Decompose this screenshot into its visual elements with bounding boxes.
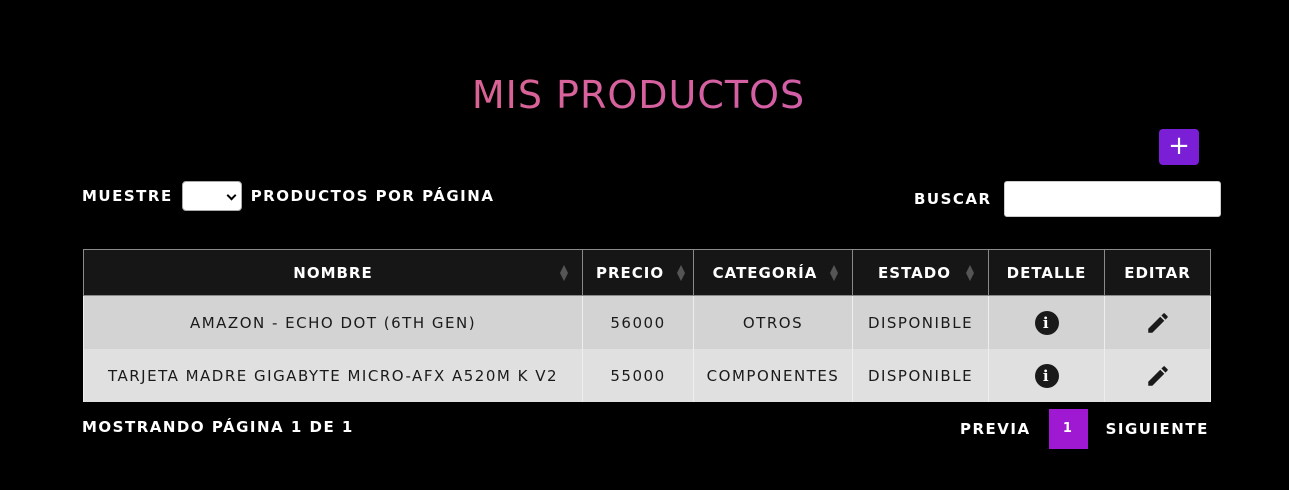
cell-categoria: OTROS bbox=[693, 295, 853, 349]
sort-icon bbox=[966, 264, 974, 281]
cell-nombre: TARJETA MADRE GIGABYTE MICRO-AFX A520M K… bbox=[83, 349, 583, 402]
table-header-row: NOMBRE PRECIO CATEGORÍA ESTADO DETALLE E… bbox=[83, 249, 1211, 296]
column-header-label: DETALLE bbox=[1006, 263, 1087, 282]
cell-precio: 56000 bbox=[582, 295, 694, 349]
page-length-prefix: MUESTRE bbox=[82, 187, 173, 205]
page-length-control: MUESTRE PRODUCTOS POR PÁGINA bbox=[82, 181, 494, 211]
column-header-label: ESTADO bbox=[878, 263, 951, 282]
search-input[interactable] bbox=[1003, 181, 1221, 217]
cell-estado: DISPONIBLE bbox=[852, 295, 989, 349]
sort-icon bbox=[677, 264, 685, 281]
info-icon[interactable]: i bbox=[1034, 363, 1059, 388]
pencil-icon[interactable] bbox=[1145, 363, 1171, 389]
column-header-label: EDITAR bbox=[1124, 263, 1191, 282]
column-header-label: PRECIO bbox=[596, 263, 665, 282]
sort-icon bbox=[560, 264, 568, 281]
cell-editar bbox=[1104, 295, 1211, 349]
pagination-next-button[interactable]: SIGUIENTE bbox=[1094, 409, 1221, 449]
column-header-editar: EDITAR bbox=[1104, 249, 1211, 296]
cell-nombre: AMAZON - ECHO DOT (6TH GEN) bbox=[83, 295, 583, 349]
cell-detalle: i bbox=[988, 295, 1105, 349]
column-header-nombre[interactable]: NOMBRE bbox=[83, 249, 583, 296]
pagination: PREVIA 1 SIGUIENTE bbox=[948, 409, 1221, 449]
page-length-select[interactable] bbox=[181, 181, 242, 211]
pencil-icon[interactable] bbox=[1145, 310, 1171, 336]
column-header-label: NOMBRE bbox=[293, 263, 373, 282]
column-header-label: CATEGORÍA bbox=[712, 263, 818, 282]
page-length-suffix: PRODUCTOS POR PÁGINA bbox=[250, 187, 495, 205]
search-control: BUSCAR bbox=[914, 181, 1221, 217]
info-icon[interactable]: i bbox=[1034, 310, 1059, 335]
table-row: AMAZON - ECHO DOT (6TH GEN) 56000 OTROS … bbox=[83, 295, 1211, 349]
products-table: NOMBRE PRECIO CATEGORÍA ESTADO DETALLE E… bbox=[83, 249, 1211, 402]
column-header-estado[interactable]: ESTADO bbox=[852, 249, 989, 296]
cell-precio: 55000 bbox=[582, 349, 694, 402]
cell-editar bbox=[1104, 349, 1211, 402]
cell-detalle: i bbox=[988, 349, 1105, 402]
cell-estado: DISPONIBLE bbox=[852, 349, 989, 402]
page-title: MIS PRODUCTOS bbox=[0, 73, 1277, 117]
table-row: TARJETA MADRE GIGABYTE MICRO-AFX A520M K… bbox=[83, 349, 1211, 402]
add-product-button[interactable]: + bbox=[1159, 129, 1199, 165]
pagination-page-button[interactable]: 1 bbox=[1048, 409, 1088, 449]
sort-icon bbox=[830, 264, 838, 281]
column-header-detalle: DETALLE bbox=[988, 249, 1105, 296]
cell-categoria: COMPONENTES bbox=[693, 349, 853, 402]
column-header-categoria[interactable]: CATEGORÍA bbox=[693, 249, 853, 296]
column-header-precio[interactable]: PRECIO bbox=[582, 249, 694, 296]
pagination-prev-button[interactable]: PREVIA bbox=[948, 409, 1043, 449]
search-label: BUSCAR bbox=[914, 190, 992, 208]
table-info: MOSTRANDO PÁGINA 1 DE 1 bbox=[82, 418, 354, 436]
